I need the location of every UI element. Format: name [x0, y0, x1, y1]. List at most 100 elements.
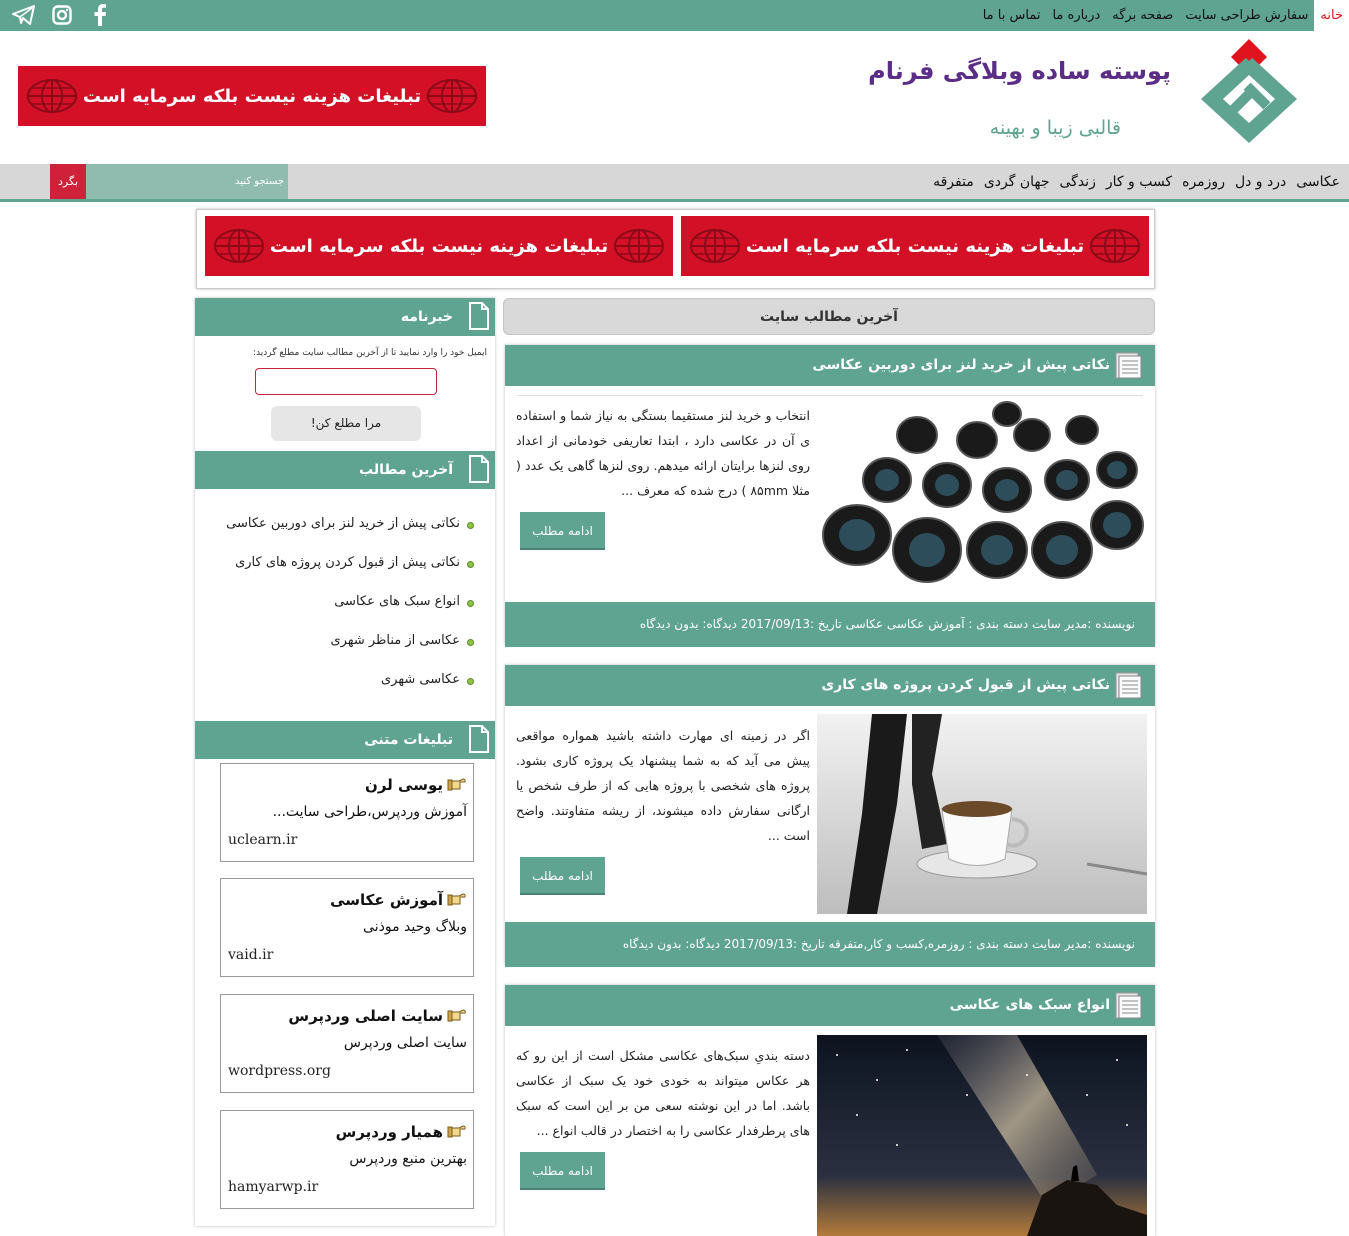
post-excerpt: اگر در زمینه ای مهارت داشته باشید همواره… [516, 728, 810, 843]
newsletter-title: خبرنامه [400, 309, 453, 325]
globe-icon [214, 229, 264, 263]
site-header: پوسته ساده وبلاگی فرنام قالبی زیبا و بهی… [0, 31, 1349, 164]
site-title[interactable]: پوسته ساده وبلاگی فرنام [868, 57, 1171, 85]
top-bar: خانه سفارش طراحی سایت صفحه برگه درباره م… [0, 0, 1349, 31]
globe-icon [690, 229, 740, 263]
latest-post-link[interactable]: عکاسی شهری [381, 672, 460, 687]
telegram-icon[interactable] [12, 4, 36, 26]
post-image-milky-way[interactable] [817, 1035, 1147, 1236]
nav-item-heart-talk[interactable]: درد و دل [1230, 164, 1291, 201]
post-excerpt: دسته بندیِ سبک‌های عکاسی مشکل است از این… [516, 1048, 810, 1138]
post-image-lenses[interactable] [817, 400, 1147, 590]
globe-icon [1090, 229, 1140, 263]
post-card: نکاتی پیش از قبول کردن پروژه های کاری اگ… [505, 665, 1155, 967]
text-ad-desc: سایت اصلی وردپرس [343, 1035, 467, 1051]
post-meta: نویسنده :مدیر سایت دسته بندی : آموزش عکا… [505, 602, 1155, 647]
header-ad-banner[interactable]: تبلیغات هزینه نیست بلکه سرمایه است [18, 66, 486, 126]
ad-text: تبلیغات هزینه نیست بلکه سرمایه است [269, 235, 609, 257]
text-ad-title: آموزش عکاسی [330, 891, 443, 909]
nav-item-daily[interactable]: روزمره [1177, 164, 1230, 201]
document-icon [469, 302, 489, 330]
bullet-icon [467, 561, 474, 568]
pointing-hand-icon [447, 778, 466, 791]
instagram-icon[interactable] [50, 4, 74, 26]
search-button[interactable]: بگرد [50, 164, 86, 199]
top-menu-order-site[interactable]: سفارش طراحی سایت [1179, 0, 1314, 31]
header-ad-text: تبلیغات هزینه نیست بلکه سرمایه است [82, 85, 422, 107]
newsletter-subscribe-button[interactable]: مرا مطلع کن! [271, 406, 421, 441]
pointing-hand-icon [447, 893, 466, 906]
bullet-icon [467, 639, 474, 646]
ad-text: تبلیغات هزینه نیست بلکه سرمایه است [745, 235, 1085, 257]
text-ad-desc: آموزش وردپرس،طراحی سایت... [272, 804, 467, 820]
read-more-button[interactable]: ادامه مطلب [520, 857, 605, 895]
post-card: انواع سبک های عکاسی دسته بندیِ سبک‌های ع… [505, 985, 1155, 1236]
globe-icon [614, 229, 664, 263]
top-menu-home[interactable]: خانه [1314, 0, 1349, 31]
latest-post-link[interactable]: انواع سبک های عکاسی [334, 594, 460, 609]
post-excerpt: انتخاب و خرید لنز مستقیما بستگی به نیاز … [516, 408, 810, 498]
text-ad-card[interactable]: همیار وردپرس بهترین منبع وردپرس hamyarwp… [220, 1110, 474, 1209]
post-title-text: نکاتی پیش از قبول کردن پروژه های کاری [821, 677, 1110, 693]
divider [517, 395, 1143, 396]
text-ads-header: تبلیغات متنی [195, 721, 495, 759]
newsletter-text: ایمیل خود را وارد نمایید تا از آخرین مطا… [253, 348, 487, 358]
text-ad-url[interactable]: wordpress.org [228, 1063, 331, 1079]
latest-post-link[interactable]: نکاتی پیش از قبول کردن پروژه های کاری [235, 555, 460, 570]
text-ad-card[interactable]: یوسی لرن آموزش وردپرس،طراحی سایت... ucle… [220, 763, 474, 862]
document-icon [469, 725, 489, 753]
top-menu-contact[interactable]: تماس با ما [977, 0, 1047, 31]
post-document-icon [1115, 992, 1142, 1019]
pointing-hand-icon [447, 1009, 466, 1022]
read-more-button[interactable]: ادامه مطلب [520, 512, 605, 550]
post-document-icon [1115, 352, 1142, 379]
post-title-text: انواع سبک های عکاسی [949, 997, 1110, 1013]
ad-banner-right[interactable]: تبلیغات هزینه نیست بلکه سرمایه است [681, 216, 1149, 276]
top-menu-about[interactable]: درباره ما [1046, 0, 1106, 31]
newsletter-header: خبرنامه [195, 298, 495, 336]
globe-icon [427, 79, 477, 113]
text-ad-url[interactable]: uclearn.ir [228, 832, 297, 848]
nav-item-business[interactable]: کسب و کار [1101, 164, 1177, 201]
text-ad-title: همیار وردپرس [335, 1123, 443, 1141]
text-ad-title: سایت اصلی وردپرس [288, 1007, 443, 1025]
social-links [12, 4, 112, 26]
nav-item-misc[interactable]: متفرقه [928, 164, 979, 201]
newsletter-email-field[interactable] [255, 368, 437, 395]
post-image-coffee[interactable] [817, 714, 1147, 914]
search-input[interactable]: جستجو کنید [86, 164, 288, 199]
post-title[interactable]: نکاتی پیش از قبول کردن پروژه های کاری [505, 665, 1155, 706]
site-subtitle: قالبی زیبا و بهینه [989, 117, 1121, 139]
main-nav: عکاسی درد و دل روزمره کسب و کار زندگی جه… [0, 164, 1349, 202]
post-title[interactable]: انواع سبک های عکاسی [505, 985, 1155, 1026]
text-ad-card[interactable]: سایت اصلی وردپرس سایت اصلی وردپرس wordpr… [220, 994, 474, 1093]
pointing-hand-icon [447, 1125, 466, 1138]
globe-icon [27, 79, 77, 113]
read-more-button[interactable]: ادامه مطلب [520, 1152, 605, 1190]
nav-item-travel[interactable]: جهان گردی [979, 164, 1055, 201]
text-ad-url[interactable]: hamyarwp.ir [228, 1179, 318, 1195]
bullet-icon [467, 522, 474, 529]
latest-posts-bar: آخرین مطالب سایت [503, 298, 1155, 335]
text-ad-url[interactable]: vaid.ir [228, 947, 273, 963]
nav-item-life[interactable]: زندگی [1055, 164, 1101, 201]
facebook-icon[interactable] [88, 4, 112, 26]
top-menu-page[interactable]: صفحه برگه [1106, 0, 1179, 31]
text-ad-card[interactable]: آموزش عکاسی وبلاگ وحید موذنی vaid.ir [220, 878, 474, 977]
text-ad-desc: بهترین منبع وردپرس [349, 1151, 467, 1167]
bullet-icon [467, 678, 474, 685]
nav-menu: عکاسی درد و دل روزمره کسب و کار زندگی جه… [928, 164, 1345, 201]
top-menu: خانه سفارش طراحی سایت صفحه برگه درباره م… [977, 0, 1349, 31]
post-title[interactable]: نکاتی پیش از خرید لنز برای دوربین عکاسی [505, 345, 1155, 386]
nav-item-photography[interactable]: عکاسی [1291, 164, 1345, 201]
text-ads-title: تبلیغات متنی [364, 732, 453, 748]
latest-posts-header: آخرین مطالب [195, 451, 495, 489]
ad-box: تبلیغات هزینه نیست بلکه سرمایه است تبلیغ… [196, 209, 1155, 289]
latest-post-link[interactable]: عکاسی از مناظر شهری [330, 633, 460, 648]
ad-banner-left[interactable]: تبلیغات هزینه نیست بلکه سرمایه است [205, 216, 673, 276]
site-logo[interactable] [1197, 37, 1301, 145]
post-title-text: نکاتی پیش از خرید لنز برای دوربین عکاسی [812, 357, 1110, 373]
latest-posts-title: آخرین مطالب [359, 462, 453, 478]
post-card: نکاتی پیش از خرید لنز برای دوربین عکاسی … [505, 345, 1155, 647]
latest-post-link[interactable]: نکاتی پیش از خرید لنز برای دوربین عکاسی [226, 516, 460, 531]
